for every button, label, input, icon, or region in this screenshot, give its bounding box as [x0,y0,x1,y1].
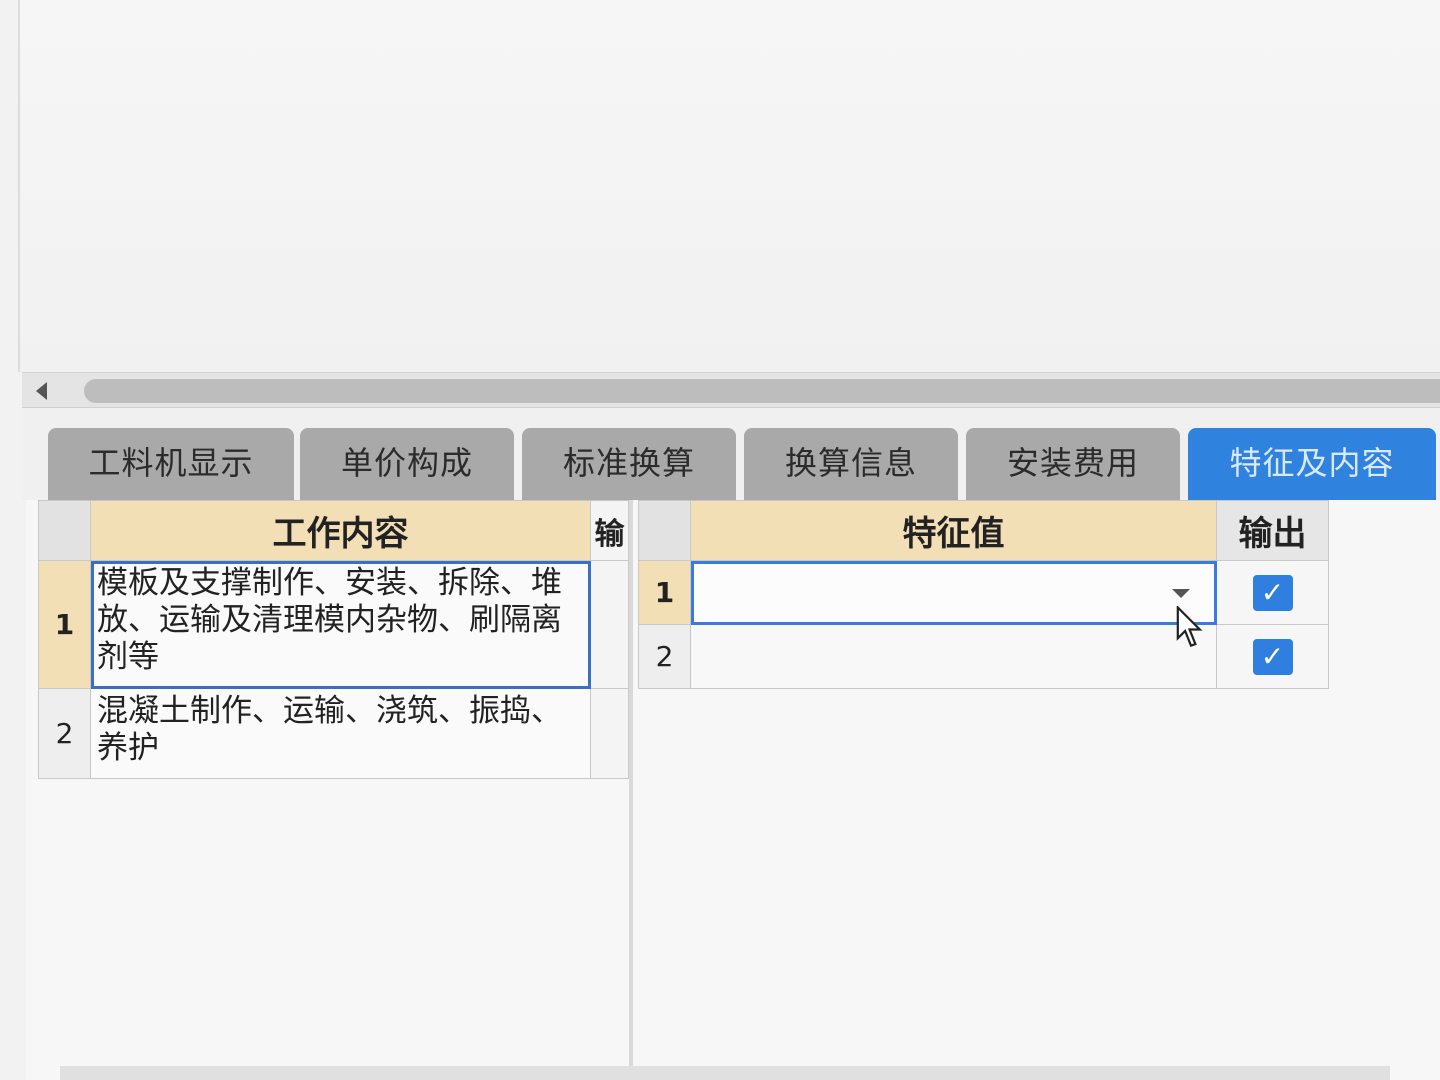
work-content-header: 工作内容 [90,500,591,561]
tab-features-content[interactable]: 特征及内容 [1188,428,1436,502]
mouse-cursor-icon [1176,606,1203,647]
feature-value-dropdown[interactable] [690,560,1217,625]
tab-install-fee[interactable]: 安装费用 [966,428,1180,502]
feature-value-cell[interactable] [690,624,1217,689]
table-corner [38,500,91,561]
output-cell[interactable] [590,560,629,689]
output-header-truncated: 输 [590,500,629,561]
tab-material-display[interactable]: 工料机显示 [48,428,294,502]
bottom-scrollbar[interactable] [60,1066,1390,1080]
horizontal-scrollbar[interactable] [22,372,1440,408]
upper-list-area [18,0,1440,372]
tab-unit-price[interactable]: 单价构成 [300,428,514,502]
output-checkbox[interactable]: ✓ [1252,638,1293,675]
scrollbar-thumb[interactable] [84,379,1440,403]
scroll-left-arrow-icon[interactable] [36,382,47,400]
tab-conversion-info[interactable]: 换算信息 [744,428,958,502]
row-number[interactable]: 2 [38,688,91,779]
output-checkbox-cell[interactable]: ✓ [1216,560,1329,625]
row-number[interactable]: 1 [638,560,691,625]
tab-standard-conversion[interactable]: 标准换算 [522,428,736,502]
row-number[interactable]: 2 [638,624,691,689]
work-content-table: 工作内容 输 1 模板及支撑制作、安装、拆除、堆放、运输及清理模内杂物、刷隔离剂… [38,500,629,779]
feature-value-table: 特征值 输出 1 ✓ 2 ✓ [638,500,1329,689]
output-checkbox[interactable]: ✓ [1252,574,1293,611]
dropdown-arrow-icon[interactable] [1172,589,1190,598]
output-checkbox-cell[interactable]: ✓ [1216,624,1329,689]
row-number[interactable]: 1 [38,560,91,689]
table-corner [638,500,691,561]
tab-bar: 工料机显示 单价构成 标准换算 换算信息 安装费用 特征及内容 [22,408,1440,502]
feature-value-header: 特征值 [690,500,1217,561]
features-panel: 工作内容 输 1 模板及支撑制作、安装、拆除、堆放、运输及清理模内杂物、刷隔离剂… [26,500,1440,1080]
panel-divider[interactable] [629,500,633,1080]
work-content-cell[interactable]: 模板及支撑制作、安装、拆除、堆放、运输及清理模内杂物、刷隔离剂等 [90,560,591,689]
work-content-cell[interactable]: 混凝土制作、运输、浇筑、振捣、养护 [90,688,591,779]
output-cell[interactable] [590,688,629,779]
output-header: 输出 [1216,500,1329,561]
